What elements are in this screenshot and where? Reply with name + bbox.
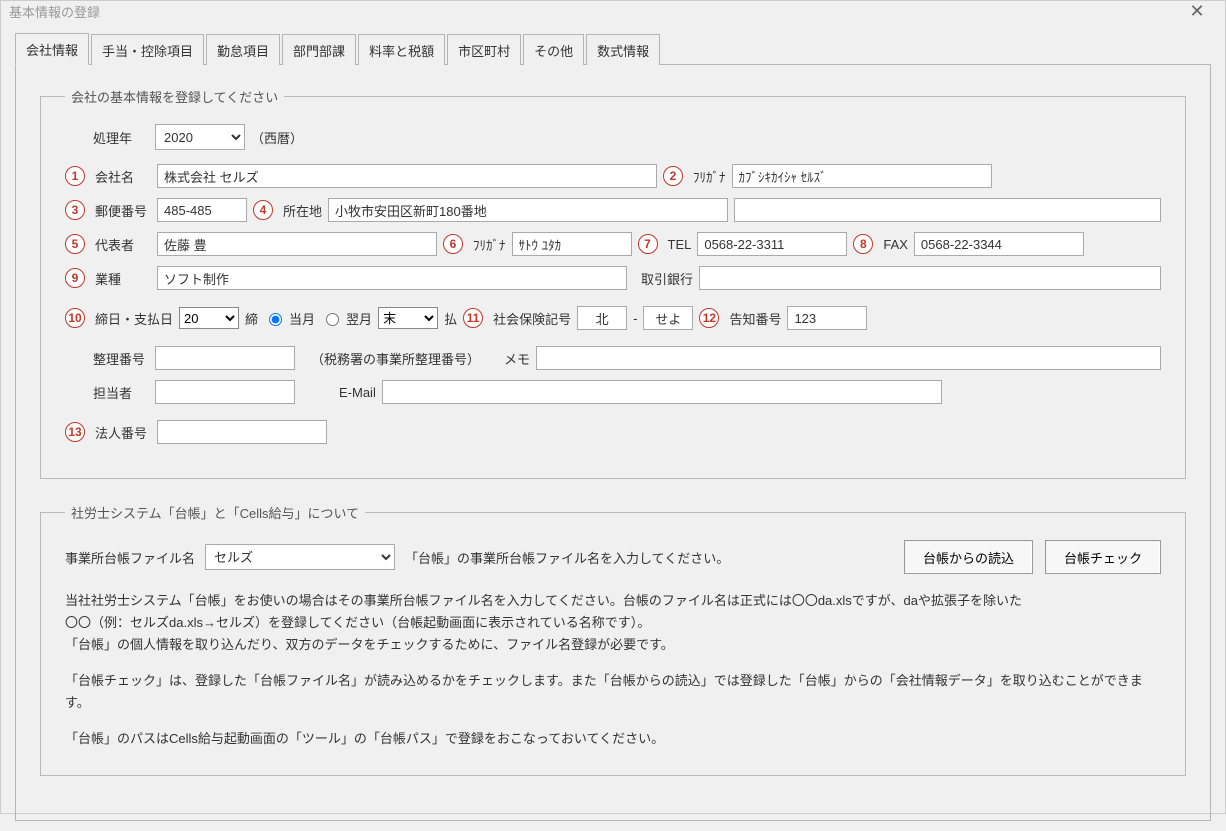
radio-next-month-label: 翌月 <box>346 309 372 328</box>
address-input[interactable] <box>328 198 728 222</box>
group-daicho: 社労士システム「台帳」と「Cells給与」について 事業所台帳ファイル名 セルズ… <box>40 503 1186 776</box>
badge-5: 5 <box>65 234 85 254</box>
group-basic-info-legend: 会社の基本情報を登録してください <box>65 87 284 106</box>
badge-13: 13 <box>65 422 85 442</box>
company-furigana-label: ﾌﾘｶﾞﾅ <box>693 167 726 186</box>
rep-furigana-label: ﾌﾘｶﾞﾅ <box>473 235 506 254</box>
window-title: 基本情報の登録 <box>9 2 1177 21</box>
bank-label: 取引銀行 <box>641 269 693 288</box>
gyoshu-label: 業種 <box>95 269 151 288</box>
tantou-label: 担当者 <box>93 383 149 402</box>
badge-8: 8 <box>853 234 873 254</box>
email-input[interactable] <box>382 380 942 404</box>
daicho-file-note: 「台帳」の事業所台帳ファイル名を入力してください。 <box>405 548 729 567</box>
address-input-2[interactable] <box>734 198 1161 222</box>
postal-input[interactable] <box>157 198 247 222</box>
houjin-input[interactable] <box>157 420 327 444</box>
postal-label: 郵便番号 <box>95 201 151 220</box>
tab-department[interactable]: 部門部課 <box>282 34 356 65</box>
help-text-1: 当社社労士システム「台帳」をお使いの場合はその事業所台帳ファイル名を入力してくだ… <box>65 590 1161 656</box>
seiri-note: （税務署の事業所整理番号） <box>311 349 480 368</box>
badge-2: 2 <box>663 166 683 186</box>
badge-10: 10 <box>65 308 85 328</box>
tel-input[interactable] <box>697 232 847 256</box>
harai-select[interactable]: 末 <box>378 307 438 329</box>
tab-allowance-deduction[interactable]: 手当・控除項目 <box>91 34 204 65</box>
content-area: 会社情報 手当・控除項目 勤怠項目 部門部課 料率と税額 市区町村 その他 数式… <box>1 22 1225 831</box>
help-text-1-line3: 「台帳」の個人情報を取り込んだり、双方のデータをチェックするために、ファイル名登… <box>65 634 1161 656</box>
badge-7: 7 <box>638 234 658 254</box>
gyoshu-input[interactable] <box>157 266 627 290</box>
seiri-input[interactable] <box>155 346 295 370</box>
help-text-2: 「台帳チェック」は、登録した「台帳ファイル名」が読み込めるかをチェックします。ま… <box>65 670 1161 714</box>
kokuchi-label: 告知番号 <box>729 309 781 328</box>
company-input[interactable] <box>157 164 657 188</box>
bank-input[interactable] <box>699 266 1161 290</box>
memo-label: メモ <box>504 349 530 368</box>
badge-1: 1 <box>65 166 85 186</box>
rep-label: 代表者 <box>95 235 151 254</box>
tab-panel: 会社の基本情報を登録してください 処理年 2020 （西暦） 1 会社名 2 ﾌ… <box>15 64 1211 821</box>
seiri-label: 整理番号 <box>93 349 149 368</box>
kokuchi-input[interactable] <box>787 306 867 330</box>
group-basic-info: 会社の基本情報を登録してください 処理年 2020 （西暦） 1 会社名 2 ﾌ… <box>40 87 1186 479</box>
badge-12: 12 <box>699 308 719 328</box>
tab-municipality[interactable]: 市区町村 <box>447 34 521 65</box>
year-select[interactable]: 2020 <box>155 124 245 150</box>
badge-3: 3 <box>65 200 85 220</box>
year-suffix: （西暦） <box>251 128 303 147</box>
shime-select[interactable]: 20 <box>179 307 239 329</box>
daicho-check-button[interactable]: 台帳チェック <box>1045 540 1161 574</box>
dash: - <box>633 311 637 326</box>
shime-suffix: 締 <box>245 309 258 328</box>
titlebar: 基本情報の登録 ✕ <box>1 1 1225 22</box>
memo-input[interactable] <box>536 346 1161 370</box>
shakaihoken-input-1[interactable] <box>577 306 627 330</box>
year-label: 処理年 <box>93 128 149 147</box>
harai-suffix: 払 <box>444 309 457 328</box>
fax-input[interactable] <box>914 232 1084 256</box>
tab-other[interactable]: その他 <box>523 34 584 65</box>
help-text-3: 「台帳」のパスはCells給与起動画面の「ツール」の「台帳パス」で登録をおこなっ… <box>65 728 1161 750</box>
badge-6: 6 <box>443 234 463 254</box>
app-window: 基本情報の登録 ✕ 会社情報 手当・控除項目 勤怠項目 部門部課 料率と税額 市… <box>0 0 1226 814</box>
tantou-input[interactable] <box>155 380 295 404</box>
rep-input[interactable] <box>157 232 437 256</box>
badge-9: 9 <box>65 268 85 288</box>
radio-next-month[interactable] <box>326 313 339 326</box>
email-label: E-Mail <box>339 385 376 400</box>
tab-company-info[interactable]: 会社情報 <box>15 33 89 65</box>
help-text-1-line2: 〇〇（例：セルズda.xls→セルズ）を登録してください（台帳起動画面に表示され… <box>65 612 1161 634</box>
company-furigana-input[interactable] <box>732 164 992 188</box>
group-daicho-legend: 社労士システム「台帳」と「Cells給与」について <box>65 503 365 522</box>
radio-current-month-label: 当月 <box>289 309 315 328</box>
daicho-file-select[interactable]: セルズ <box>205 544 395 570</box>
daicho-file-label: 事業所台帳ファイル名 <box>65 548 195 567</box>
radio-current-month[interactable] <box>269 313 282 326</box>
shakaihoken-input-2[interactable] <box>643 306 693 330</box>
import-from-daicho-button[interactable]: 台帳からの読込 <box>904 540 1033 574</box>
badge-11: 11 <box>463 308 483 328</box>
fax-label: FAX <box>883 237 908 252</box>
tab-formula[interactable]: 数式情報 <box>586 34 660 65</box>
tab-strip: 会社情報 手当・控除項目 勤怠項目 部門部課 料率と税額 市区町村 その他 数式… <box>15 32 1211 64</box>
tab-attendance[interactable]: 勤怠項目 <box>206 34 280 65</box>
tel-label: TEL <box>668 237 692 252</box>
tab-rate-tax[interactable]: 料率と税額 <box>358 34 445 65</box>
company-label: 会社名 <box>95 167 151 186</box>
address-label: 所在地 <box>283 201 322 220</box>
houjin-label: 法人番号 <box>95 423 151 442</box>
shime-label: 締日・支払日 <box>95 309 173 328</box>
help-text-1-line1: 当社社労士システム「台帳」をお使いの場合はその事業所台帳ファイル名を入力してくだ… <box>65 590 1161 612</box>
shakaihoken-label: 社会保険記号 <box>493 309 571 328</box>
rep-furigana-input[interactable] <box>512 232 632 256</box>
close-icon[interactable]: ✕ <box>1177 1 1217 22</box>
badge-4: 4 <box>253 200 273 220</box>
